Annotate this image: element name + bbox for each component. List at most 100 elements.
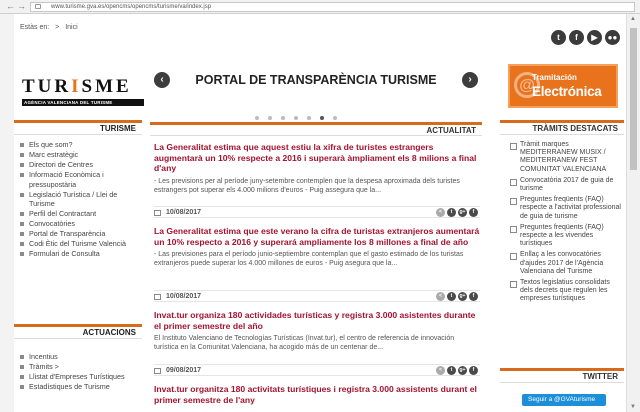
google-plus-icon[interactable]: g+ — [458, 366, 467, 375]
news-title-link[interactable]: La Generalitat estima que aquest estiu l… — [154, 142, 480, 174]
sharethis-icon[interactable]: < — [436, 292, 445, 301]
twitter-section-title: TWITTER — [500, 368, 624, 383]
turisme-section-title: TURISME — [14, 120, 142, 135]
menu-item-directori[interactable]: Directori de Centres — [14, 160, 142, 170]
menu-item-portal-transparencia[interactable]: Portal de Transparència — [14, 229, 142, 239]
carousel-title[interactable]: PORTAL DE TRANSPARÈNCIA TURISME — [150, 58, 482, 102]
facebook-icon[interactable]: f — [469, 366, 478, 375]
calendar-icon — [154, 294, 161, 300]
url-field[interactable]: www.turisme.gva.es/opencms/opencms/turis… — [30, 2, 635, 12]
news-item: La Generalitat estima que este verano la… — [154, 226, 480, 268]
sharethis-icon[interactable]: < — [436, 208, 445, 217]
menu-item-perfil-contractant[interactable]: Perfil del Contractant — [14, 209, 142, 219]
twitter-icon[interactable]: t — [447, 366, 456, 375]
breadcrumb-label: Estàs en: — [20, 24, 50, 31]
carousel-dot[interactable] — [281, 116, 285, 120]
carousel-dot[interactable] — [255, 116, 259, 120]
share-icons: < t g+ f — [436, 292, 478, 301]
logo-word-end: SME — [81, 76, 132, 97]
menu-item-incentius[interactable]: Incentius — [14, 352, 142, 362]
news-item: La Generalitat estima que aquest estiu l… — [154, 142, 480, 195]
carousel-prev-icon[interactable]: ‹ — [154, 72, 170, 88]
news-summary: - Las previsiones para el período junio-… — [154, 251, 464, 267]
menu-item-qui-som[interactable]: Els que som? — [14, 140, 142, 150]
menu-item-formulari-consulta[interactable]: Formulari de Consulta — [14, 249, 142, 259]
logo-tagline: AGÈNCIA VALENCIANA DEL TURISME — [22, 99, 144, 106]
scrollbar-thumb[interactable] — [630, 28, 637, 170]
menu-item-informacio-economica[interactable]: Informació Econòmica i pressupostària — [14, 170, 142, 189]
tramit-item[interactable]: Tràmit marques MEDITERRANEW MUSIX / MEDI… — [500, 141, 624, 174]
facebook-icon[interactable]: f — [469, 208, 478, 217]
menu-item-marc-estrategic[interactable]: Marc estratègic — [14, 150, 142, 160]
news-meta: 09/08/2017 < t g+ f — [154, 364, 480, 376]
calendar-icon — [154, 210, 161, 216]
share-icons: < t g+ f — [436, 208, 478, 217]
carousel-dot[interactable] — [320, 116, 324, 120]
news-meta: 10/08/2017 < t g+ f — [154, 290, 480, 302]
turisme-menu: Els que som? Marc estratègic Directori d… — [14, 140, 142, 259]
menu-item-legislacio[interactable]: Legislació Turística / Llei de Turisme — [14, 190, 142, 209]
palm-icon: I — [71, 76, 82, 97]
scroll-up-icon[interactable]: ▲ — [630, 16, 636, 22]
tramit-item[interactable]: Preguntes freqüents (FAQ) respecte a l'a… — [500, 196, 624, 221]
news-title-link[interactable]: Invat.tur organiza 180 actividades turís… — [154, 310, 480, 331]
facebook-icon[interactable]: f — [469, 292, 478, 301]
twitter-icon[interactable]: t — [551, 30, 566, 45]
news-section-title: ACTUALITAT — [150, 122, 482, 136]
actuacions-section-title: ACTUACIONS — [14, 324, 142, 339]
news-date: 09/08/2017 — [166, 367, 202, 374]
news-meta: 10/08/2017 < t g+ f — [154, 206, 480, 218]
forward-arrow-icon[interactable]: → — [17, 1, 26, 12]
social-links: t f ▶ ●● — [551, 30, 620, 45]
tramits-section-title: TRÀMITS DESTACATS — [500, 120, 624, 135]
turisme-logo[interactable]: TURISME AGÈNCIA VALENCIANA DEL TURISME — [22, 76, 144, 106]
breadcrumb-home-link[interactable]: Inici — [65, 24, 77, 31]
scroll-down-icon[interactable]: ▼ — [630, 404, 636, 410]
carousel-dots — [255, 116, 337, 120]
back-arrow-icon[interactable]: ← — [6, 1, 15, 12]
carousel-next-icon[interactable]: › — [462, 72, 478, 88]
carousel-dot[interactable] — [268, 116, 272, 120]
news-title-link[interactable]: Invat.tur organitza 180 activitats turís… — [154, 384, 480, 405]
logo-word-start: TUR — [22, 76, 72, 97]
breadcrumb: Estàs en: > Inici — [20, 24, 82, 31]
carousel-dot[interactable] — [333, 116, 337, 120]
sharethis-icon[interactable]: < — [436, 366, 445, 375]
tramitacion-line1: Tramitación — [532, 73, 577, 82]
facebook-icon[interactable]: f — [569, 30, 584, 45]
menu-item-tramits[interactable]: Tràmits > — [14, 362, 142, 372]
breadcrumb-separator: > — [55, 24, 60, 31]
news-item: Invat.tur organitza 180 activitats turís… — [154, 384, 480, 405]
news-summary: El Instituto Valenciano de Tecnologías T… — [154, 335, 455, 351]
page-info-icon[interactable] — [35, 4, 41, 9]
menu-item-llistat-empreses[interactable]: Llistat d'Empreses Turístiques — [14, 372, 142, 382]
tramitacion-electronica-banner[interactable]: @ Tramitación Electrónica — [508, 64, 618, 108]
tramit-item[interactable]: Preguntes freqüents (FAQ) respecte a les… — [500, 224, 624, 249]
calendar-icon — [154, 368, 161, 374]
flickr-icon[interactable]: ●● — [605, 30, 620, 45]
tramits-list: Tràmit marques MEDITERRANEW MUSIX / MEDI… — [500, 141, 624, 307]
news-date: 10/08/2017 — [166, 293, 202, 300]
browser-toolbar: ← → www.turisme.gva.es/opencms/opencms/t… — [0, 0, 640, 14]
carousel-dot[interactable] — [307, 116, 311, 120]
youtube-icon[interactable]: ▶ — [587, 30, 602, 45]
tramitacion-line2: Electrónica — [532, 84, 602, 99]
twitter-icon[interactable]: t — [447, 208, 456, 217]
menu-item-convocatories[interactable]: Convocatòries — [14, 219, 142, 229]
twitter-follow-button[interactable]: Seguir a @GVAturisme — [522, 394, 606, 406]
news-item: Invat.tur organiza 180 actividades turís… — [154, 310, 480, 352]
carousel-dot[interactable] — [294, 116, 298, 120]
share-icons: < t g+ f — [436, 366, 478, 375]
news-title-link[interactable]: La Generalitat estima que este verano la… — [154, 226, 480, 247]
google-plus-icon[interactable]: g+ — [458, 292, 467, 301]
twitter-icon[interactable]: t — [447, 292, 456, 301]
vertical-scrollbar[interactable]: ▲ ▼ — [626, 14, 640, 412]
google-plus-icon[interactable]: g+ — [458, 208, 467, 217]
tramit-item[interactable]: Enllaç a les convocatòries d'ajudes 2017… — [500, 251, 624, 276]
menu-item-estadistiques[interactable]: Estadístiques de Turisme — [14, 382, 142, 392]
tramit-item[interactable]: Textos legislatius consolidats dels decr… — [500, 279, 624, 304]
tramit-item[interactable]: Convocatòria 2017 de guia de turisme — [500, 177, 624, 193]
news-date: 10/08/2017 — [166, 209, 202, 216]
news-summary: - Les previsions per al període juny-set… — [154, 177, 460, 194]
menu-item-codi-etic[interactable]: Codi Ètic del Turisme Valencià — [14, 239, 142, 249]
